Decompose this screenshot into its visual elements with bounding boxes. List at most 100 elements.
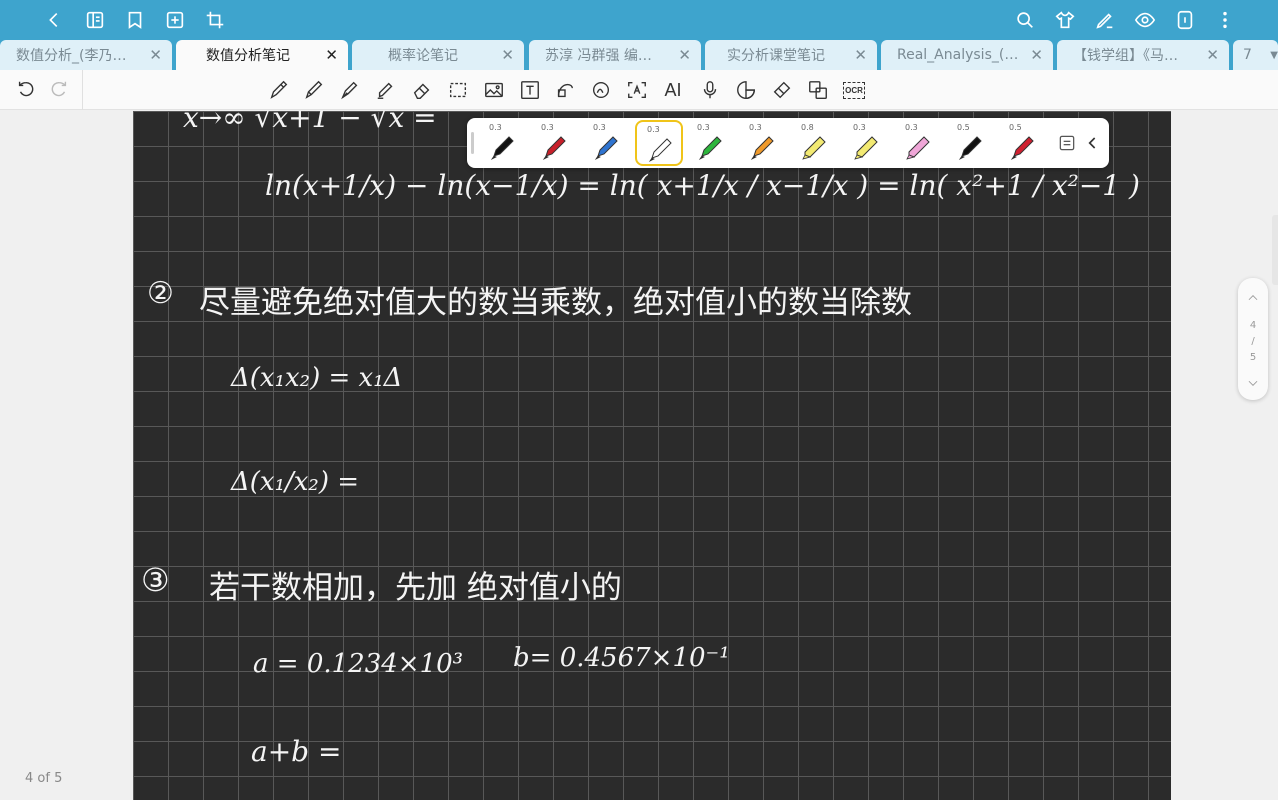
tab-numerical-analysis-notes[interactable]: 数值分析笔记 ✕ <box>176 40 348 70</box>
palette-drag-handle[interactable] <box>471 132 474 154</box>
pen-width-label: 0.8 <box>801 123 814 132</box>
pencil-icon[interactable] <box>302 78 326 102</box>
highlighter-icon[interactable] <box>374 78 398 102</box>
pen-mode-icon[interactable] <box>1093 8 1117 32</box>
pen-width-label: 0.3 <box>853 123 866 132</box>
palette-collapse-icon[interactable] <box>1083 133 1103 153</box>
fountain-pen-icon[interactable] <box>338 78 362 102</box>
pen-preset-1[interactable]: 0.3 <box>479 120 527 166</box>
pen-preset-5[interactable]: 0.3 <box>687 120 735 166</box>
scroller-separator: / <box>1251 336 1255 347</box>
text-recognition-icon[interactable] <box>625 78 649 102</box>
ai-icon[interactable]: AI <box>661 78 685 102</box>
pen-icon <box>958 136 982 161</box>
ocr-label: OCR <box>843 81 865 99</box>
undo-icon[interactable] <box>14 78 38 102</box>
pen-icon <box>542 136 566 161</box>
marker-icon <box>854 136 878 160</box>
tab-overflow-count: 7 <box>1243 47 1252 63</box>
pen-width-label: 0.3 <box>647 125 660 134</box>
close-icon[interactable]: ✕ <box>149 46 162 64</box>
chevron-down-icon[interactable] <box>1246 376 1260 390</box>
log-expression: ln(x+1/x) − ln(x−1/x) = ln( x+1/x / x−1/… <box>265 169 1140 202</box>
tab-label: Real_Analysis_(… <box>897 47 1019 63</box>
close-icon[interactable]: ✕ <box>854 46 867 64</box>
close-icon[interactable]: ✕ <box>501 46 514 64</box>
pen-preset-10[interactable]: 0.5 <box>947 120 995 166</box>
crop-icon[interactable] <box>203 8 227 32</box>
shape-icon[interactable] <box>553 78 577 102</box>
outline-icon[interactable] <box>83 8 107 32</box>
bookmark-icon[interactable] <box>123 8 147 32</box>
scroller-total-pages: 5 <box>1249 352 1257 363</box>
redo-icon[interactable] <box>47 78 71 102</box>
pen-preset-2[interactable]: 0.3 <box>531 120 579 166</box>
close-icon[interactable]: ✕ <box>678 46 691 64</box>
theme-icon[interactable] <box>1053 8 1077 32</box>
tool-row: AI OCR <box>0 70 1278 110</box>
pen-width-label: 0.5 <box>1009 123 1022 132</box>
more-icon[interactable] <box>1213 8 1237 32</box>
close-icon[interactable]: ✕ <box>1206 46 1219 64</box>
tape-icon[interactable] <box>770 78 794 102</box>
pen-icon[interactable] <box>267 78 291 102</box>
pen-width-label: 0.3 <box>593 123 606 132</box>
pen-width-label: 0.3 <box>489 123 502 132</box>
sum-expression: a+b = <box>251 735 342 768</box>
tab-label: 实分析课堂笔记 <box>727 48 825 64</box>
delta-product: Δ(x₁x₂) = x₁Δ <box>231 363 403 393</box>
microphone-icon[interactable] <box>698 78 722 102</box>
page-indicator: 4 of 5 <box>25 771 63 786</box>
ink-to-text-icon[interactable] <box>589 78 613 102</box>
pen-palette: 0.3 0.3 0.3 0.3 0.3 0.3 0.8 0.3 0.3 0.5 0.5 <box>467 118 1109 168</box>
add-page-icon[interactable] <box>163 8 187 32</box>
tab-real-analysis-class-notes[interactable]: 实分析课堂笔记 ✕ <box>705 40 877 70</box>
page-scroller[interactable]: 4 / 5 <box>1238 278 1268 400</box>
chevron-down-icon: ▼ <box>1270 49 1278 61</box>
pen-width-label: 0.3 <box>541 123 554 132</box>
eraser-icon[interactable] <box>410 78 434 102</box>
device-icon[interactable] <box>1173 8 1197 32</box>
tab-overflow[interactable]: 7 ▼ <box>1233 40 1278 70</box>
tab-label: 数值分析_(李乃… <box>16 48 127 64</box>
chevron-up-icon[interactable] <box>1246 291 1260 305</box>
tab-real-analysis-book[interactable]: Real_Analysis_(… ✕ <box>881 40 1053 70</box>
back-icon[interactable] <box>42 8 66 32</box>
close-icon[interactable]: ✕ <box>1030 46 1043 64</box>
close-icon[interactable]: ✕ <box>325 46 338 64</box>
ai-label: AI <box>664 79 682 100</box>
marker-preset-8[interactable]: 0.3 <box>843 120 891 166</box>
tab-strip: 数值分析_(李乃… ✕ 数值分析笔记 ✕ 概率论笔记 ✕ 苏淳 冯群强 编… ✕… <box>0 40 1278 70</box>
pen-preset-11[interactable]: 0.5 <box>999 120 1047 166</box>
sticker-icon[interactable] <box>734 78 758 102</box>
search-icon[interactable] <box>1013 8 1037 32</box>
scroller-current-page: 4 <box>1249 320 1257 331</box>
marker-icon <box>906 136 930 160</box>
pen-icon <box>1010 136 1034 161</box>
tab-numerical-analysis-book[interactable]: 数值分析_(李乃… ✕ <box>0 40 172 70</box>
tab-qian-group-book[interactable]: 【钱学组】《马… ✕ <box>1057 40 1229 70</box>
side-panel-handle[interactable] <box>1272 215 1278 285</box>
view-icon[interactable] <box>1133 8 1157 32</box>
ocr-icon[interactable]: OCR <box>842 78 866 102</box>
image-icon[interactable] <box>482 78 506 102</box>
palette-settings-icon[interactable] <box>1057 133 1077 153</box>
marker-icon <box>802 136 826 160</box>
note-canvas[interactable]: x→∞ √x+1 − √x = ln(x+1/x) − ln(x−1/x) = … <box>133 111 1171 800</box>
a-equation: a = 0.1234×10³ <box>253 649 464 679</box>
tab-label: 苏淳 冯群强 编… <box>545 48 652 64</box>
tab-probability-notes[interactable]: 概率论笔记 ✕ <box>352 40 524 70</box>
pen-preset-4[interactable]: 0.3 <box>635 120 683 166</box>
pen-width-label: 0.3 <box>697 123 710 132</box>
marker-preset-9[interactable]: 0.3 <box>895 120 943 166</box>
pen-icon <box>648 138 672 163</box>
tab-label: 概率论笔记 <box>388 48 458 64</box>
limit-expression: x→∞ √x+1 − √x = <box>183 111 437 134</box>
text-icon[interactable] <box>518 78 542 102</box>
marker-preset-7[interactable]: 0.8 <box>791 120 839 166</box>
lasso-select-icon[interactable] <box>446 78 470 102</box>
tab-su-chun-book[interactable]: 苏淳 冯群强 编… ✕ <box>529 40 701 70</box>
pen-preset-6[interactable]: 0.3 <box>739 120 787 166</box>
pen-preset-3[interactable]: 0.3 <box>583 120 631 166</box>
translate-icon[interactable] <box>806 78 830 102</box>
